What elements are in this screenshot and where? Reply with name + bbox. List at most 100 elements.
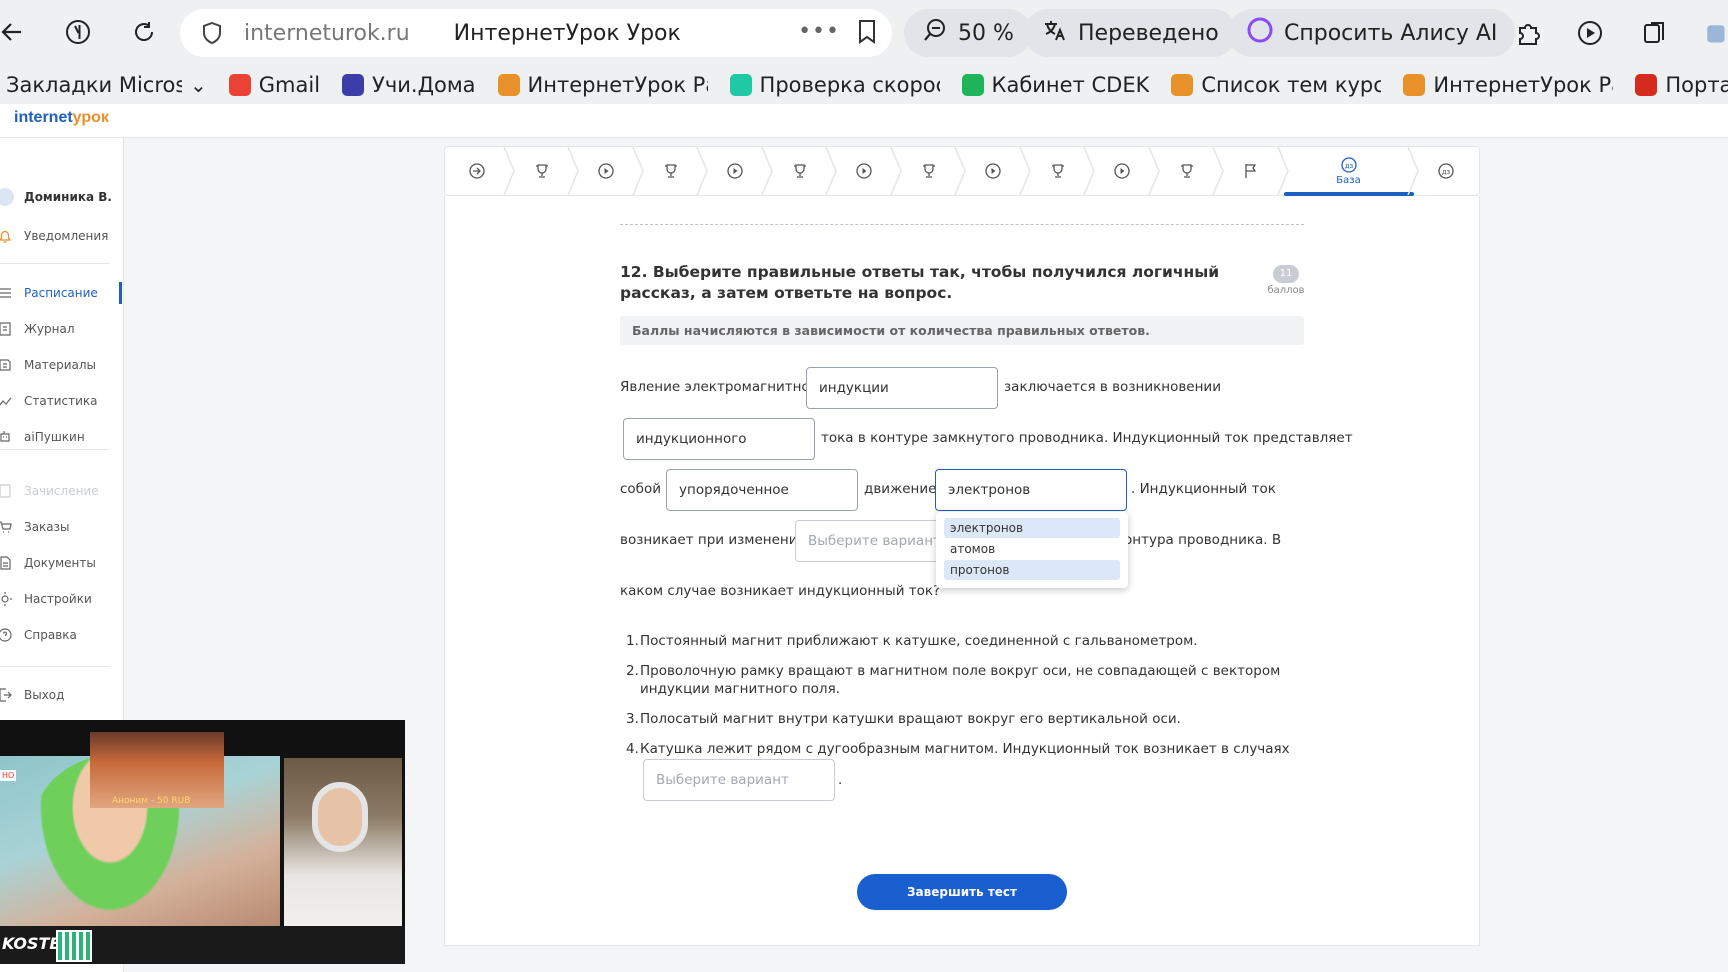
alice-icon <box>1246 16 1274 50</box>
zoom-level: 50 % <box>958 20 1014 46</box>
sidebar-item-journal[interactable]: Журнал <box>0 318 124 340</box>
bookmark-label: Портал государст <box>1665 73 1728 97</box>
final-answer-select[interactable]: Выберите вариант <box>643 759 835 801</box>
sidebar-divider <box>0 263 110 264</box>
score-points: 11 <box>1273 265 1299 283</box>
materials-icon <box>0 356 14 374</box>
bookmark-item[interactable]: Закладки Microsoft E ⌄ <box>6 73 207 97</box>
last-icon: дз <box>1438 163 1454 179</box>
step-play[interactable] <box>703 147 768 195</box>
sidebar-item-cart[interactable]: Заказы <box>0 516 124 538</box>
dropdown-option[interactable]: электронов <box>944 518 1120 538</box>
sidebar-item-stats[interactable]: Статистика <box>0 390 124 412</box>
sidebar-item-document[interactable]: Документы <box>0 552 124 574</box>
question-divider <box>620 224 1304 225</box>
sidebar-item-materials[interactable]: Материалы <box>0 354 124 376</box>
step-play[interactable] <box>961 147 1026 195</box>
bell-icon <box>0 227 14 245</box>
step-trophy[interactable] <box>639 147 704 195</box>
more-dots-icon[interactable]: ••• <box>798 19 840 44</box>
play-icon <box>856 163 872 179</box>
list-item: 2. Проволочную рамку вращают в магнитном … <box>620 662 1300 698</box>
step-login[interactable] <box>445 147 510 195</box>
media-icon[interactable] <box>1572 14 1610 52</box>
alice-pill[interactable]: Спросить Алису AI <box>1228 9 1516 57</box>
chevron-down-icon: ⌄ <box>190 73 207 97</box>
translate-pill[interactable]: Переведено <box>1024 9 1237 57</box>
zoom-pill[interactable]: 50 % <box>904 9 1032 57</box>
sidebar-item-robot[interactable]: aiПушкин <box>0 426 124 448</box>
step-trophy[interactable] <box>510 147 575 195</box>
bookmark-item[interactable]: ИнтернетУрок Ра <box>1403 73 1613 97</box>
uchi-icon <box>342 74 365 96</box>
logout-icon <box>0 686 14 704</box>
reload-icon[interactable] <box>124 12 164 52</box>
back-arrow-icon[interactable] <box>0 12 32 52</box>
sidebar-item-notifications[interactable]: Уведомления <box>0 225 124 247</box>
bookmark-item[interactable]: Gmail <box>228 73 320 97</box>
play-icon <box>1403 74 1426 96</box>
bookmark-label: ИнтернетУрок Ра <box>527 73 708 97</box>
bookmark-item[interactable]: Учи.Дома <box>342 73 476 97</box>
dropdown-option[interactable]: протонов <box>944 560 1120 580</box>
play-icon <box>598 163 614 179</box>
bookmark-item[interactable]: ИнтернетУрок Ра <box>497 73 708 97</box>
answer-select-1[interactable]: индукции <box>806 367 998 409</box>
site-logo[interactable]: internetурок <box>14 109 109 127</box>
finish-test-button[interactable]: Завершить тест <box>857 874 1067 910</box>
step-label: База <box>1336 175 1361 186</box>
step-trophy[interactable] <box>1155 147 1220 195</box>
story-text: Явление электромагнитной <box>620 379 819 395</box>
list-item-number: 1. <box>626 633 639 649</box>
webcam-inset: Аноним - 50 RUB <box>90 732 224 808</box>
bookmark-item[interactable]: Портал государст <box>1635 73 1728 97</box>
stats-icon <box>0 392 14 410</box>
list-item: 3. Полосатый магнит внутри катушки вращаю… <box>620 710 1300 728</box>
collections-icon[interactable] <box>1636 14 1674 52</box>
document-icon <box>0 554 14 572</box>
step-flag[interactable] <box>1219 147 1284 195</box>
trophy-icon <box>664 164 677 178</box>
question-title: 12. Выберите правильные ответы так, чтоб… <box>620 263 1220 302</box>
dropdown-option[interactable]: атомов <box>944 539 1120 559</box>
bookmark-label: Закладки Microsoft E <box>6 73 182 97</box>
story-text: заключается в возникновении <box>1004 379 1221 395</box>
bookmark-icon[interactable] <box>856 19 878 49</box>
step-last[interactable]: дз <box>1414 147 1479 195</box>
sidebar-user[interactable]: Доминика В. <box>0 186 124 208</box>
step-base[interactable]: дз База <box>1283 147 1414 196</box>
answer-select-2[interactable]: индукционного <box>623 418 815 460</box>
story-text: тока в контуре замкнутого проводника. Ин… <box>821 430 1353 446</box>
story-text: онтура проводника. В <box>1124 532 1282 548</box>
sidebar-item-label: Настройки <box>24 592 92 606</box>
bookmark-item[interactable]: Список тем курса <box>1171 73 1381 97</box>
address-bar[interactable]: interneturok.ru ИнтернетУрок Урок ••• <box>180 9 892 57</box>
shield-icon[interactable] <box>196 21 228 45</box>
bookmark-item[interactable]: Кабинет CDEK <box>961 73 1149 97</box>
enrollment-icon <box>0 482 14 500</box>
avatar <box>0 188 14 206</box>
yandex-icon[interactable] <box>58 12 98 52</box>
extensions-icon[interactable] <box>1510 14 1548 52</box>
answer-select-4[interactable]: электронов <box>935 469 1127 511</box>
sidebar-item-logout[interactable]: Выход <box>0 684 124 706</box>
sidebar-item-list[interactable]: Расписание <box>0 282 124 304</box>
step-trophy[interactable] <box>768 147 833 195</box>
sidebar-divider <box>0 449 110 450</box>
sidebar-item-gear[interactable]: Настройки <box>0 588 124 610</box>
sidebar-item-help[interactable]: Справка <box>0 624 124 646</box>
bookmark-label: Учи.Дома <box>372 73 476 97</box>
help-icon <box>0 626 14 644</box>
trophy-icon <box>922 164 935 178</box>
fox-icon <box>1171 74 1194 96</box>
list-icon <box>0 284 14 302</box>
step-play[interactable] <box>832 147 897 195</box>
profile-icon[interactable] <box>1702 14 1728 52</box>
step-trophy[interactable] <box>897 147 962 195</box>
step-trophy[interactable] <box>1026 147 1091 195</box>
logo-part-b: урок <box>72 109 109 126</box>
step-play[interactable] <box>1090 147 1155 195</box>
bookmark-item[interactable]: Проверка скорост <box>729 73 940 97</box>
answer-select-3[interactable]: упорядоченное <box>666 469 858 511</box>
step-play[interactable] <box>574 147 639 195</box>
